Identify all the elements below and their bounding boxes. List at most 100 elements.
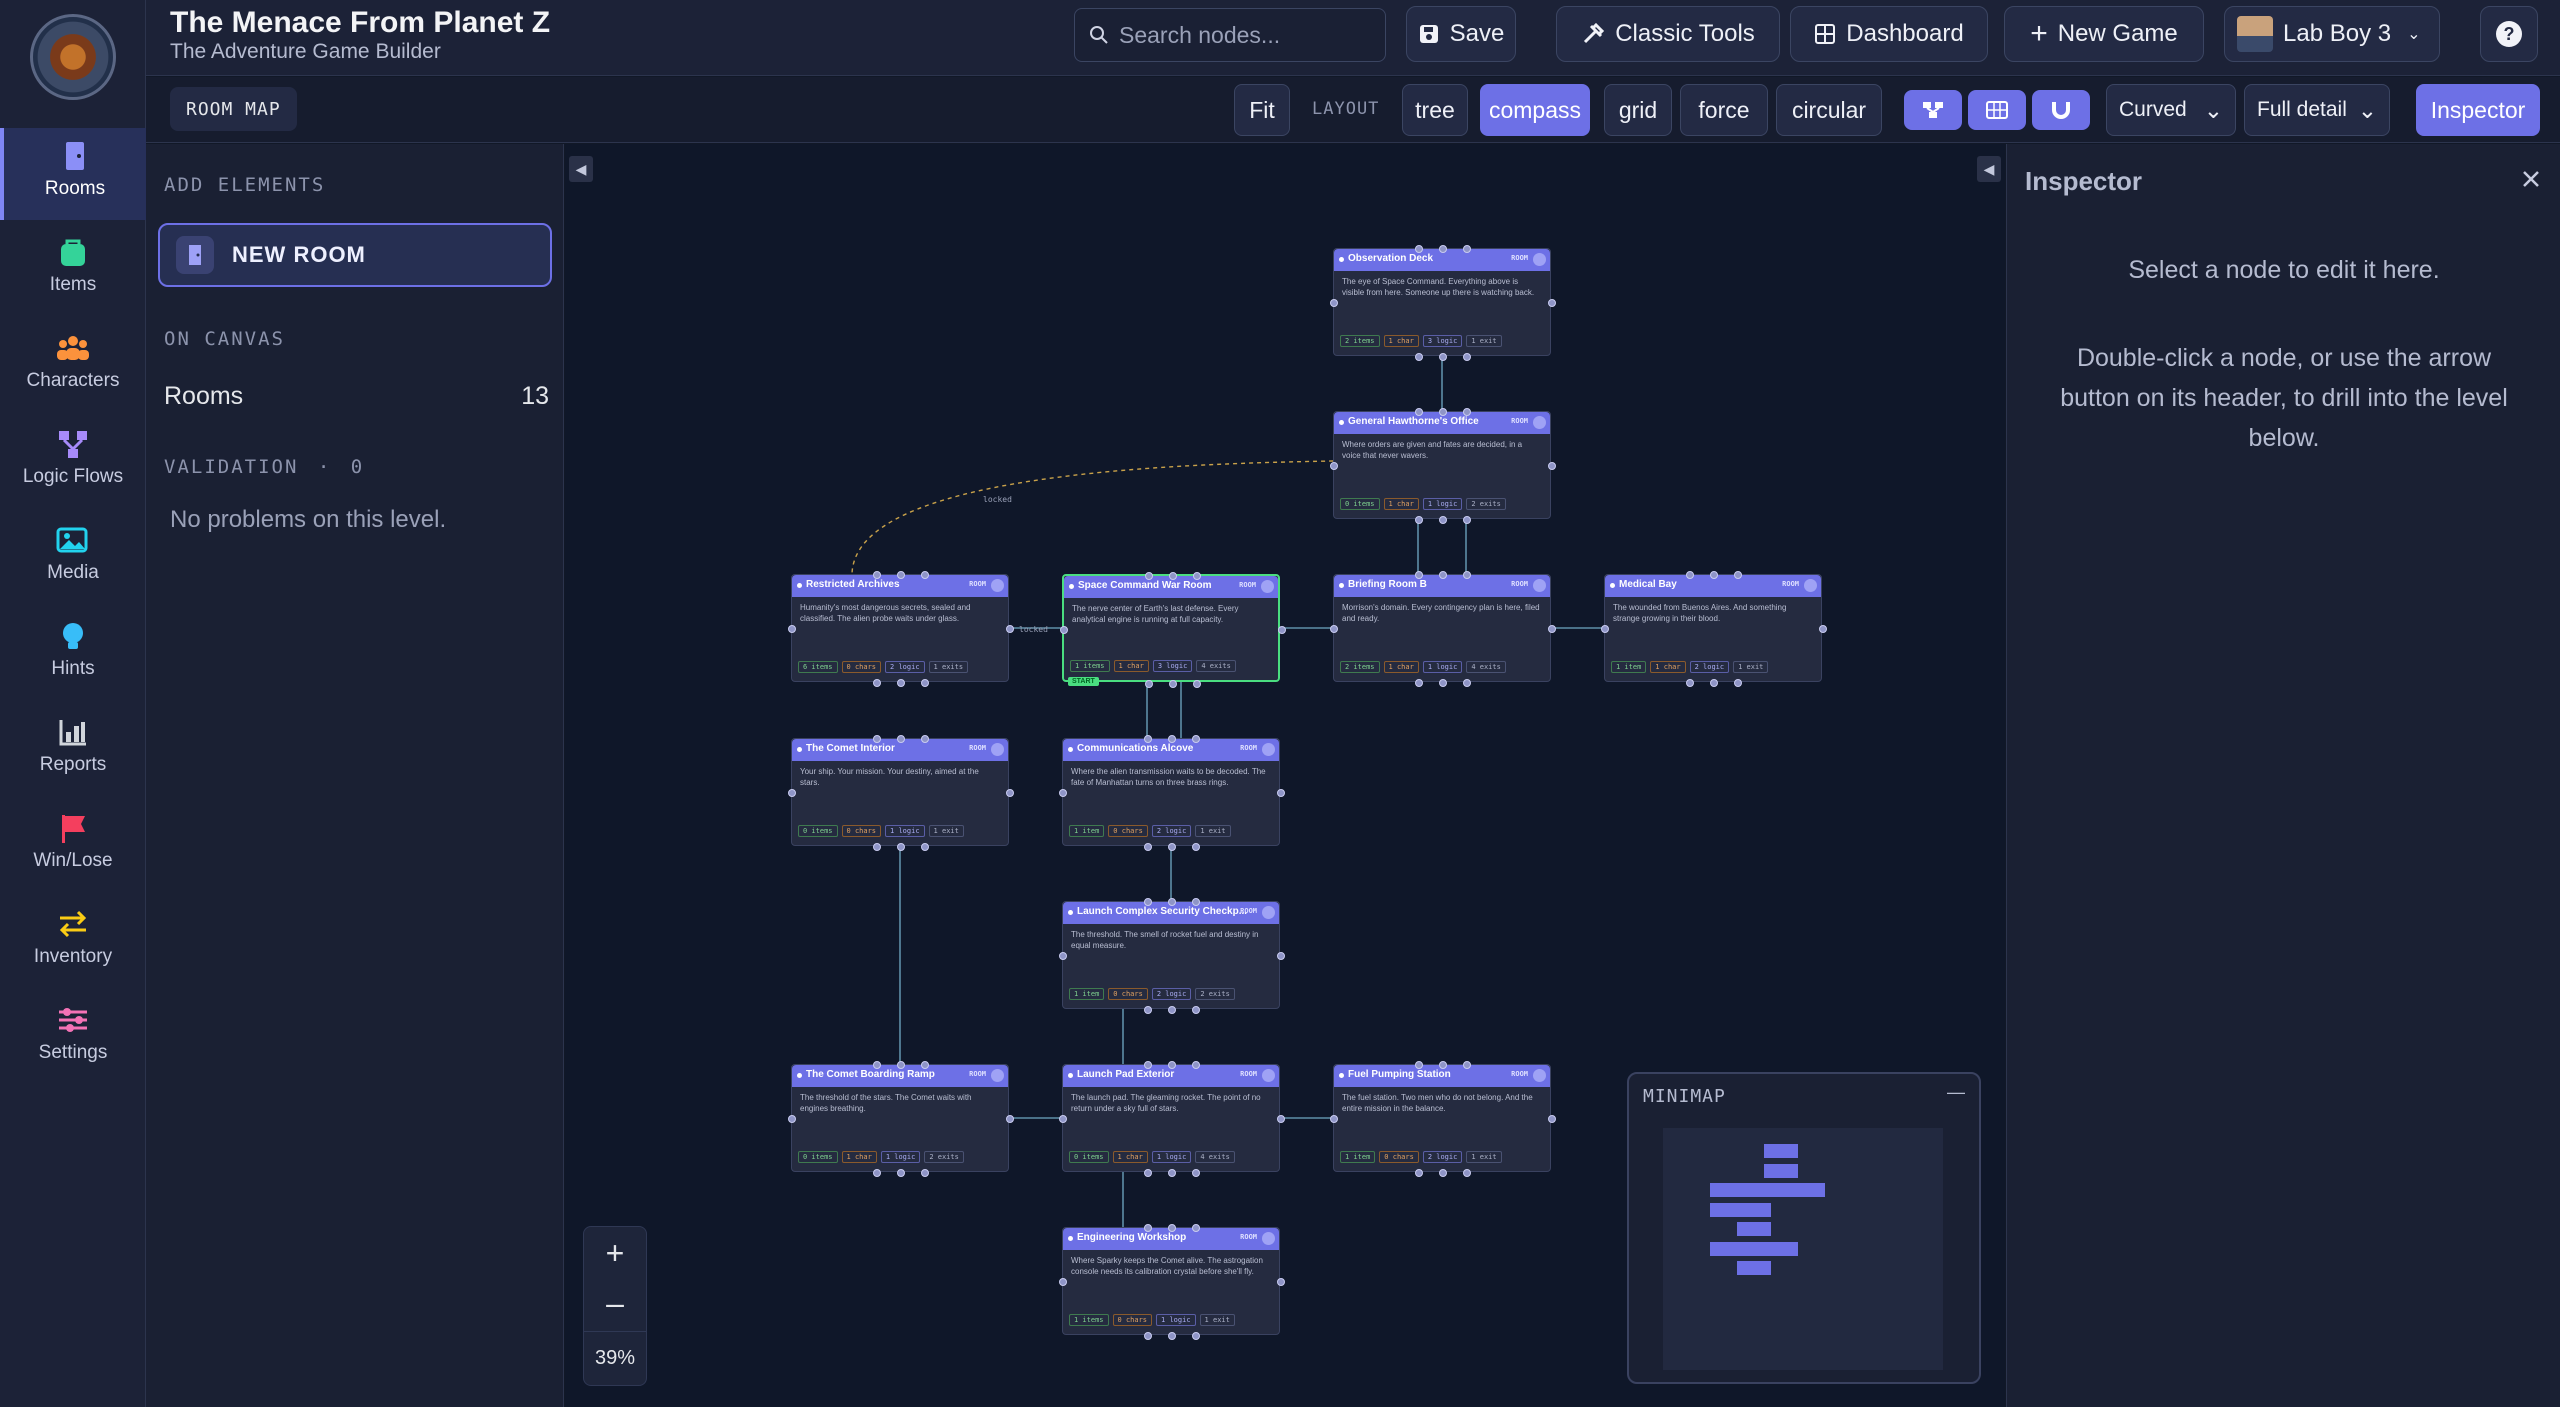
connection-port[interactable] bbox=[1144, 1006, 1152, 1014]
edge-style-select[interactable]: Curved ⌄ bbox=[2106, 84, 2236, 136]
edge-toggle-button[interactable] bbox=[1904, 90, 1962, 130]
connection-port[interactable] bbox=[921, 735, 929, 743]
new-game-button[interactable]: + New Game bbox=[2004, 6, 2204, 62]
search-input[interactable] bbox=[1119, 21, 1369, 49]
room-node[interactable]: Launch Pad Exterior ROOM The launch pad. T… bbox=[1059, 1061, 1285, 1177]
connection-port[interactable] bbox=[1439, 353, 1447, 361]
sidebar-item-logic-flows[interactable]: Logic Flows bbox=[0, 416, 146, 508]
connection-port[interactable] bbox=[1192, 843, 1200, 851]
connection-port[interactable] bbox=[897, 1169, 905, 1177]
grid-toggle-button[interactable] bbox=[1968, 90, 2026, 130]
connection-port[interactable] bbox=[921, 571, 929, 579]
connection-port[interactable] bbox=[1192, 1061, 1200, 1069]
connection-port[interactable] bbox=[1439, 408, 1447, 416]
drill-down-icon[interactable] bbox=[991, 579, 1004, 592]
connection-port[interactable] bbox=[1463, 1169, 1471, 1177]
minimize-button[interactable]: — bbox=[1947, 1082, 1965, 1103]
connection-port[interactable] bbox=[1439, 679, 1447, 687]
connection-port[interactable] bbox=[1059, 789, 1067, 797]
connection-port[interactable] bbox=[1548, 299, 1556, 307]
connection-port[interactable] bbox=[1006, 625, 1014, 633]
connection-port[interactable] bbox=[1144, 1169, 1152, 1177]
sidebar-item-inventory[interactable]: Inventory bbox=[0, 896, 146, 988]
room-node[interactable]: Communications Alcove ROOM Where the alien… bbox=[1059, 735, 1285, 851]
layout-compass-button[interactable]: compass bbox=[1480, 84, 1590, 136]
connection-port[interactable] bbox=[1168, 1224, 1176, 1232]
layout-circular-button[interactable]: circular bbox=[1776, 84, 1882, 136]
connection-port[interactable] bbox=[1006, 789, 1014, 797]
drill-down-icon[interactable] bbox=[1533, 579, 1546, 592]
connection-port[interactable] bbox=[897, 843, 905, 851]
connection-port[interactable] bbox=[1144, 1332, 1152, 1340]
sidebar-item-items[interactable]: Items bbox=[0, 224, 146, 316]
connection-port[interactable] bbox=[1463, 516, 1471, 524]
drill-down-icon[interactable] bbox=[1533, 1069, 1546, 1082]
connection-port[interactable] bbox=[1145, 680, 1153, 688]
connection-port[interactable] bbox=[1548, 1115, 1556, 1123]
connection-port[interactable] bbox=[788, 625, 796, 633]
connection-port[interactable] bbox=[1734, 571, 1742, 579]
connection-port[interactable] bbox=[1168, 843, 1176, 851]
drill-down-icon[interactable] bbox=[1804, 579, 1817, 592]
sidebar-item-characters[interactable]: Characters bbox=[0, 320, 146, 412]
drill-down-icon[interactable] bbox=[1533, 253, 1546, 266]
snap-toggle-button[interactable] bbox=[2032, 90, 2090, 130]
connection-port[interactable] bbox=[1415, 408, 1423, 416]
connection-port[interactable] bbox=[1463, 1061, 1471, 1069]
connection-port[interactable] bbox=[1734, 679, 1742, 687]
connection-port[interactable] bbox=[1415, 679, 1423, 687]
room-node[interactable]: Restricted Archives ROOM Humanity's most d… bbox=[788, 571, 1014, 687]
connection-port[interactable] bbox=[1144, 1061, 1152, 1069]
help-button[interactable]: ? bbox=[2480, 6, 2538, 62]
connection-port[interactable] bbox=[921, 1061, 929, 1069]
connection-port[interactable] bbox=[1415, 1169, 1423, 1177]
connection-port[interactable] bbox=[1277, 1278, 1285, 1286]
room-node[interactable]: The Comet Boarding Ramp ROOM The threshold… bbox=[788, 1061, 1014, 1177]
connection-port[interactable] bbox=[1330, 625, 1338, 633]
connection-port[interactable] bbox=[1710, 679, 1718, 687]
connection-port[interactable] bbox=[1145, 572, 1153, 580]
sidebar-item-hints[interactable]: Hints bbox=[0, 608, 146, 700]
user-menu[interactable]: Lab Boy 3 ⌄ bbox=[2224, 6, 2440, 62]
connection-port[interactable] bbox=[1330, 1115, 1338, 1123]
connection-port[interactable] bbox=[897, 571, 905, 579]
zoom-out-button[interactable]: – bbox=[584, 1279, 646, 1331]
connection-port[interactable] bbox=[1548, 462, 1556, 470]
connection-port[interactable] bbox=[1463, 571, 1471, 579]
connection-port[interactable] bbox=[1168, 898, 1176, 906]
new-room-button[interactable]: NEW ROOM bbox=[158, 223, 552, 287]
room-node[interactable]: Fuel Pumping Station ROOM The fuel station… bbox=[1330, 1061, 1556, 1177]
connection-port[interactable] bbox=[873, 735, 881, 743]
connection-port[interactable] bbox=[788, 789, 796, 797]
fit-button[interactable]: Fit bbox=[1234, 84, 1290, 136]
connection-port[interactable] bbox=[1439, 571, 1447, 579]
connection-port[interactable] bbox=[1169, 572, 1177, 580]
inspector-toggle-button[interactable]: Inspector bbox=[2416, 84, 2540, 136]
layout-tree-button[interactable]: tree bbox=[1402, 84, 1468, 136]
connection-port[interactable] bbox=[1415, 516, 1423, 524]
connection-port[interactable] bbox=[1060, 626, 1068, 634]
connection-port[interactable] bbox=[921, 679, 929, 687]
save-button[interactable]: Save bbox=[1406, 6, 1516, 62]
app-logo[interactable] bbox=[30, 14, 116, 100]
connection-port[interactable] bbox=[921, 1169, 929, 1177]
dashboard-button[interactable]: Dashboard bbox=[1790, 6, 1988, 62]
connection-port[interactable] bbox=[1192, 735, 1200, 743]
connection-port[interactable] bbox=[1277, 952, 1285, 960]
connection-port[interactable] bbox=[873, 1061, 881, 1069]
search-box[interactable] bbox=[1074, 8, 1386, 62]
close-button[interactable] bbox=[2516, 164, 2546, 194]
room-map-canvas[interactable]: ◀ ◀ locked locked Observation Deck ROOM The… bbox=[565, 144, 2005, 1407]
connection-port[interactable] bbox=[1330, 299, 1338, 307]
connection-port[interactable] bbox=[897, 735, 905, 743]
connection-port[interactable] bbox=[1192, 1332, 1200, 1340]
sidebar-item-win-lose[interactable]: Win/Lose bbox=[0, 800, 146, 892]
connection-port[interactable] bbox=[1686, 571, 1694, 579]
room-node[interactable]: General Hawthorne's Office ROOM Where orde… bbox=[1330, 408, 1556, 524]
connection-port[interactable] bbox=[1168, 1169, 1176, 1177]
room-node[interactable]: Briefing Room B ROOM Morrison's domain. Ev… bbox=[1330, 571, 1556, 687]
connection-port[interactable] bbox=[1463, 245, 1471, 253]
room-node[interactable]: Medical Bay ROOM The wounded from Buenos A… bbox=[1601, 571, 1827, 687]
connection-port[interactable] bbox=[1006, 1115, 1014, 1123]
connection-port[interactable] bbox=[1168, 1006, 1176, 1014]
